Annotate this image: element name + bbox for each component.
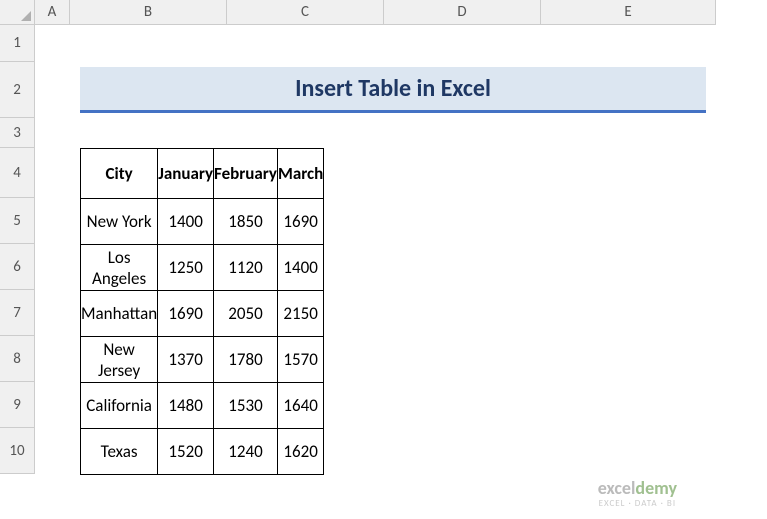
cell-value[interactable]: 2150	[277, 291, 323, 337]
cell-value[interactable]: 1850	[214, 199, 278, 245]
header-january[interactable]: January	[158, 149, 214, 199]
select-all-corner[interactable]	[0, 0, 35, 25]
data-table: City January February March New York 140…	[80, 148, 324, 475]
cell-value[interactable]: 1530	[214, 383, 278, 429]
column-headers: A B C D E	[35, 0, 716, 25]
cell-value[interactable]: 1520	[158, 429, 214, 475]
header-march[interactable]: March	[277, 149, 323, 199]
table-row: Texas 1520 1240 1620	[81, 429, 324, 475]
col-header-A[interactable]: A	[35, 0, 70, 24]
cell-value[interactable]: 1690	[158, 291, 214, 337]
cell-value[interactable]: 1640	[277, 383, 323, 429]
row-header-1[interactable]: 1	[0, 25, 34, 62]
cell-city[interactable]: Texas	[81, 429, 158, 475]
table-row: New Jersey 1370 1780 1570	[81, 337, 324, 383]
col-header-D[interactable]: D	[384, 0, 541, 24]
cell-value[interactable]: 2050	[214, 291, 278, 337]
cell-value[interactable]: 1570	[277, 337, 323, 383]
row-header-7[interactable]: 7	[0, 290, 34, 336]
spreadsheet-view: A B C D E 1 2 3 4 5 6 7 8 9 10 Insert Ta…	[0, 0, 767, 519]
cell-city[interactable]: Los Angeles	[81, 245, 158, 291]
row-header-3[interactable]: 3	[0, 118, 34, 148]
cell-city[interactable]: Manhattan	[81, 291, 158, 337]
row-header-9[interactable]: 9	[0, 382, 34, 428]
cell-city[interactable]: California	[81, 383, 158, 429]
col-header-B[interactable]: B	[70, 0, 227, 24]
table-row: California 1480 1530 1640	[81, 383, 324, 429]
cell-city[interactable]: New York	[81, 199, 158, 245]
title-banner[interactable]: Insert Table in Excel	[80, 67, 706, 113]
watermark-brand-prefix: excel	[598, 477, 636, 499]
row-header-4[interactable]: 4	[0, 148, 34, 198]
row-header-6[interactable]: 6	[0, 244, 34, 290]
table-row: Manhattan 1690 2050 2150	[81, 291, 324, 337]
cell-value[interactable]: 1370	[158, 337, 214, 383]
corner-triangle-icon	[21, 11, 31, 21]
cell-value[interactable]: 1480	[158, 383, 214, 429]
table-header-row: City January February March	[81, 149, 324, 199]
watermark: exceldemy EXCEL · DATA · BI	[598, 479, 677, 509]
table-row: New York 1400 1850 1690	[81, 199, 324, 245]
cell-value[interactable]: 1240	[214, 429, 278, 475]
row-header-5[interactable]: 5	[0, 198, 34, 244]
header-february[interactable]: February	[214, 149, 278, 199]
table-row: Los Angeles 1250 1120 1400	[81, 245, 324, 291]
cell-value[interactable]: 1690	[277, 199, 323, 245]
cell-value[interactable]: 1620	[277, 429, 323, 475]
cell-value[interactable]: 1120	[214, 245, 278, 291]
row-header-2[interactable]: 2	[0, 62, 34, 118]
header-city[interactable]: City	[81, 149, 158, 199]
watermark-tagline: EXCEL · DATA · BI	[598, 499, 677, 509]
cell-value[interactable]: 1250	[158, 245, 214, 291]
row-headers: 1 2 3 4 5 6 7 8 9 10	[0, 25, 35, 474]
cell-value[interactable]: 1780	[214, 337, 278, 383]
row-header-8[interactable]: 8	[0, 336, 34, 382]
col-header-C[interactable]: C	[227, 0, 384, 24]
watermark-brand: exceldemy	[598, 479, 677, 499]
cell-city[interactable]: New Jersey	[81, 337, 158, 383]
row-header-10[interactable]: 10	[0, 428, 34, 474]
col-header-E[interactable]: E	[541, 0, 716, 24]
cell-value[interactable]: 1400	[277, 245, 323, 291]
watermark-brand-suffix: demy	[635, 477, 677, 499]
cell-value[interactable]: 1400	[158, 199, 214, 245]
